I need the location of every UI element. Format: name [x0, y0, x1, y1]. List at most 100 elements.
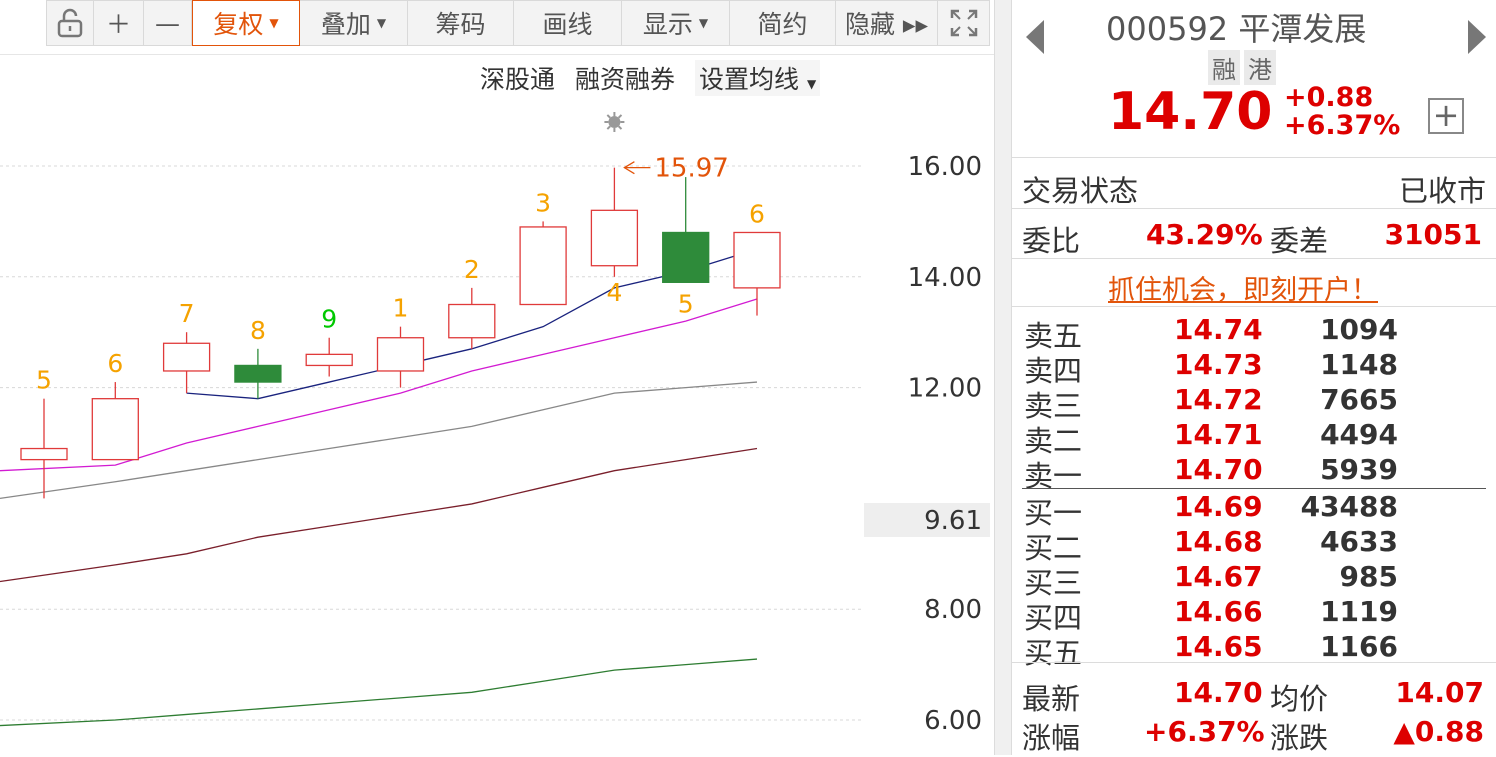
- open-account-link[interactable]: 抓住机会，即刻开户！: [1108, 268, 1378, 307]
- level-price: 14.73: [1174, 348, 1263, 381]
- sequence-count-label: 2: [464, 255, 480, 284]
- stock-title: 000592 平潭发展: [1106, 4, 1366, 50]
- divider: [1012, 662, 1496, 663]
- bid-row[interactable]: 买三 14.67 985: [1012, 560, 1496, 600]
- candle-body: [305, 353, 353, 367]
- diff-label: 涨跌: [1270, 721, 1329, 755]
- y-tick-label: 9.61: [924, 506, 982, 536]
- quote-panel: 000592 平潭发展 融 港 14.70 +0.88 +6.37% + 交易状…: [1012, 0, 1496, 755]
- plus-icon: +: [1432, 96, 1460, 134]
- candle-body: [234, 364, 282, 383]
- candle-body: [590, 209, 639, 267]
- ask-row[interactable]: 卖一 14.70 5939: [1012, 453, 1496, 493]
- ask-row[interactable]: 卖二 14.71 4494: [1012, 418, 1496, 458]
- candlestick-chart[interactable]: 16.00 14.00 12.00 9.61 8.00 6.00 5 6 7 8 9 1 2 3 4 5 6 15…: [0, 0, 994, 755]
- event-marker-ray: [606, 125, 611, 130]
- divider: [1012, 157, 1496, 158]
- sequence-count-label: 6: [107, 349, 123, 378]
- trade-status-value: 已收市: [1398, 174, 1486, 208]
- hk-connect-tag: 港: [1244, 50, 1276, 85]
- sequence-count-label: 7: [179, 299, 195, 328]
- level-volume: 5939: [1320, 453, 1398, 486]
- candle-body: [733, 231, 781, 289]
- divider: [1012, 208, 1496, 209]
- level-price: 14.71: [1174, 418, 1263, 451]
- level-volume: 985: [1339, 560, 1398, 593]
- avg-label: 均价: [1270, 682, 1329, 716]
- diff-value: ▲0.88: [1393, 715, 1484, 748]
- pct-value: +6.37%: [1144, 715, 1265, 748]
- change-amount: +0.88: [1284, 82, 1374, 113]
- ask-row[interactable]: 卖五 14.74 1094: [1012, 313, 1496, 353]
- candle-body: [162, 342, 211, 372]
- change-percent: +6.37%: [1284, 110, 1401, 141]
- y-tick-label: 8.00: [924, 595, 982, 625]
- ask-row[interactable]: 卖三 14.72 7665: [1012, 383, 1496, 423]
- level-volume: 43488: [1300, 490, 1398, 523]
- weicha-label: 委差: [1270, 224, 1329, 258]
- add-watchlist-button[interactable]: +: [1428, 98, 1464, 134]
- event-marker-ray: [617, 125, 623, 130]
- y-tick-label: 6.00: [924, 706, 982, 736]
- level-volume: 4633: [1320, 525, 1398, 558]
- bid-row[interactable]: 买四 14.66 1119: [1012, 595, 1496, 635]
- prev-stock-icon[interactable]: [1026, 20, 1044, 54]
- latest-label: 最新: [1022, 682, 1081, 716]
- level-price: 14.70: [1174, 453, 1263, 486]
- sequence-count-label: 6: [749, 199, 765, 228]
- sequence-count-label: 8: [250, 316, 266, 345]
- avg-value: 14.07: [1395, 676, 1484, 709]
- bid-ask-separator: [1022, 488, 1486, 489]
- level-price: 14.67: [1174, 560, 1263, 593]
- pct-label: 涨幅: [1022, 721, 1081, 755]
- bid-row[interactable]: 买五 14.65 1166: [1012, 630, 1496, 670]
- sequence-count-label: 1: [393, 294, 409, 323]
- level-price: 14.66: [1174, 595, 1263, 628]
- level-price: 14.72: [1174, 383, 1263, 416]
- level-price: 14.65: [1174, 630, 1263, 663]
- latest-value: 14.70: [1174, 676, 1263, 709]
- level-name: 买五: [1024, 636, 1083, 670]
- level-volume: 7665: [1320, 383, 1398, 416]
- bid-row[interactable]: 买一 14.69 43488: [1012, 490, 1496, 530]
- weicha-value: 31051: [1384, 218, 1482, 251]
- level-price: 14.68: [1174, 525, 1263, 558]
- event-marker-ray: [617, 114, 623, 119]
- stock-tags: 融 港: [1208, 50, 1276, 85]
- divider: [1012, 258, 1496, 259]
- sequence-count-label: 5: [678, 289, 694, 318]
- panel-divider[interactable]: [994, 0, 1012, 755]
- stock-name: 平潭发展: [1238, 10, 1367, 48]
- weibi-value: 43.29%: [1146, 218, 1263, 251]
- level-volume: 1166: [1320, 630, 1398, 663]
- current-price: 14.70: [1108, 82, 1273, 142]
- level-price: 14.69: [1174, 490, 1263, 523]
- candle-body: [91, 398, 139, 461]
- margin-tag: 融: [1208, 50, 1240, 85]
- sequence-count-label: 3: [535, 188, 551, 217]
- ma-line: [0, 658, 758, 727]
- weibi-label: 委比: [1022, 224, 1081, 258]
- level-price: 14.74: [1174, 313, 1263, 346]
- stock-code: 000592: [1106, 10, 1229, 48]
- level-volume: 1094: [1320, 313, 1398, 346]
- y-tick-label: 12.00: [908, 374, 982, 404]
- candle-body: [376, 337, 425, 372]
- next-stock-icon[interactable]: [1468, 20, 1486, 54]
- event-marker-ray: [606, 114, 611, 119]
- trade-status-label: 交易状态: [1022, 174, 1139, 208]
- bid-row[interactable]: 买二 14.68 4633: [1012, 525, 1496, 565]
- level-volume: 4494: [1320, 418, 1398, 451]
- event-marker-icon: [608, 116, 621, 128]
- candle-body: [662, 231, 710, 283]
- ma-line: [0, 447, 758, 583]
- divider: [1012, 306, 1496, 307]
- candle-body: [519, 226, 567, 306]
- y-tick-label: 14.00: [908, 263, 982, 293]
- candle-body: [448, 303, 496, 339]
- high-price-label: 15.97: [654, 154, 728, 184]
- candle-body: [20, 447, 68, 461]
- level-volume: 1119: [1320, 595, 1398, 628]
- ask-row[interactable]: 卖四 14.73 1148: [1012, 348, 1496, 388]
- level-volume: 1148: [1320, 348, 1398, 381]
